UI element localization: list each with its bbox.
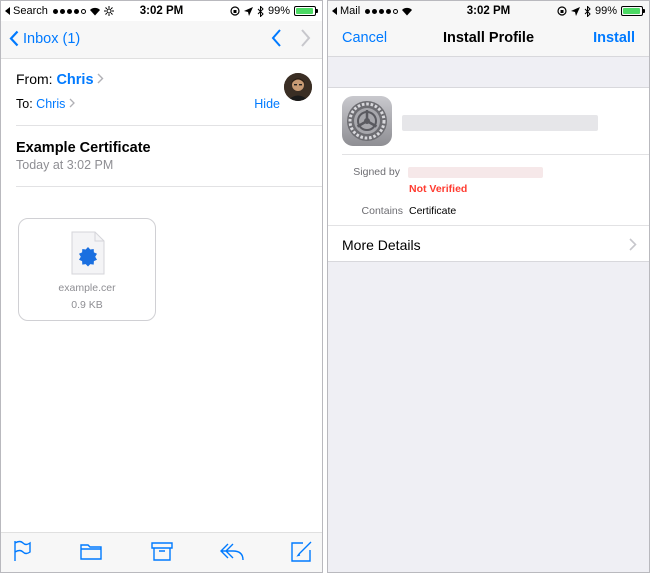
status-bar: Search 3:02 PM 99%: [1, 1, 322, 21]
from-row: From: Chris: [16, 71, 104, 88]
divider: [342, 154, 649, 155]
recipient-name[interactable]: Chris: [36, 97, 65, 111]
bottom-toolbar: [1, 532, 322, 572]
divider: [16, 186, 322, 187]
back-label: Inbox (1): [23, 30, 81, 47]
previous-message-icon[interactable]: [270, 27, 282, 49]
bluetooth-icon: [257, 5, 264, 17]
settings-gear-icon: [342, 96, 392, 146]
reply-icon[interactable]: [219, 540, 245, 562]
sender-name[interactable]: Chris: [56, 72, 93, 88]
nav-bar: Cancel Install Profile Install: [328, 21, 649, 57]
signed-by-label: Signed by: [353, 166, 400, 178]
to-label: To:: [16, 97, 33, 111]
chevron-right-icon: [97, 73, 104, 84]
profile-card: Signed by Not Verified Contains Certific…: [328, 87, 649, 262]
to-row: To: Chris: [16, 97, 76, 111]
back-to-inbox-button[interactable]: Inbox (1): [9, 30, 80, 47]
location-icon: [243, 6, 253, 16]
signer-redacted: [408, 167, 543, 178]
status-bar: Mail 3:02 PM 99%: [328, 1, 649, 21]
archive-icon[interactable]: [151, 540, 173, 562]
flag-icon[interactable]: [13, 540, 31, 562]
lock-rotation-icon: [557, 6, 567, 16]
battery-percent: 99%: [594, 5, 617, 17]
certificate-attachment[interactable]: example.cer 0.9 KB: [18, 218, 156, 321]
contains-value: Certificate: [409, 205, 457, 217]
chevron-right-icon: [629, 238, 637, 251]
divider: [16, 125, 322, 126]
battery-icon: [621, 6, 645, 16]
mail-screen: Search 3:02 PM 99% Inbox (1) From: Chris: [0, 0, 323, 573]
battery-icon: [294, 6, 318, 16]
location-icon: [570, 6, 580, 16]
lock-rotation-icon: [230, 6, 240, 16]
more-details-row[interactable]: More Details: [328, 225, 649, 263]
install-profile-screen: Mail 3:02 PM 99% Cancel Install Profile …: [327, 0, 650, 573]
from-label: From:: [16, 71, 53, 87]
more-details-label: More Details: [342, 237, 421, 253]
avatar[interactable]: [284, 73, 312, 101]
attachment-filename: example.cer: [58, 282, 116, 294]
certificate-file-icon: [71, 231, 105, 275]
message-date: Today at 3:02 PM: [16, 158, 114, 172]
profile-name-redacted: [402, 115, 598, 131]
install-button[interactable]: Install: [593, 30, 635, 46]
message-subject: Example Certificate: [16, 140, 151, 156]
next-message-icon[interactable]: [300, 27, 312, 49]
compose-icon[interactable]: [291, 540, 313, 562]
bluetooth-icon: [584, 5, 591, 17]
chevron-right-icon: [69, 98, 75, 108]
chevron-left-icon: [9, 30, 19, 47]
folder-icon[interactable]: [80, 540, 102, 562]
contains-label: Contains: [361, 205, 403, 217]
nav-bar: Inbox (1): [1, 21, 322, 59]
hide-details-link[interactable]: Hide: [254, 97, 280, 111]
attachment-size: 0.9 KB: [71, 299, 103, 311]
verification-status: Not Verified: [409, 183, 468, 195]
battery-percent: 99%: [267, 5, 290, 17]
